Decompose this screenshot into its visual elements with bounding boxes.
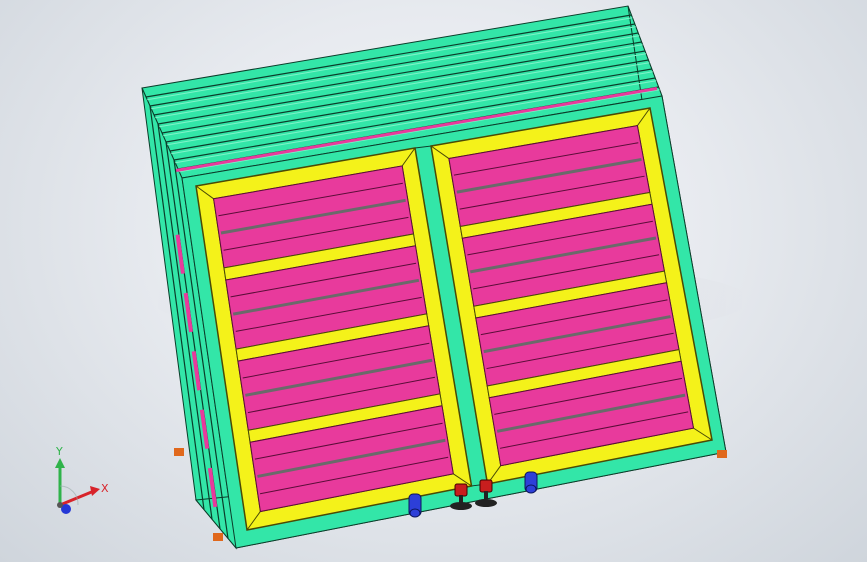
triad-y-label: Y	[55, 445, 63, 458]
triad-origin-icon	[57, 502, 63, 508]
foot-pad-left-rear	[174, 448, 184, 456]
cad-model-scene[interactable]: Y X	[0, 0, 867, 562]
triad-x-arrow-icon	[90, 486, 100, 496]
foot-pad-right	[717, 450, 727, 458]
foot-pad-left-front	[213, 533, 223, 541]
coordinate-triad: Y X	[55, 445, 109, 514]
cad-viewport[interactable]: Y X	[0, 0, 867, 562]
triad-x-label: X	[101, 482, 109, 495]
triad-y-arrow-icon	[55, 458, 65, 468]
caster-blue-left	[408, 493, 422, 518]
caster-blue-right	[524, 471, 538, 494]
